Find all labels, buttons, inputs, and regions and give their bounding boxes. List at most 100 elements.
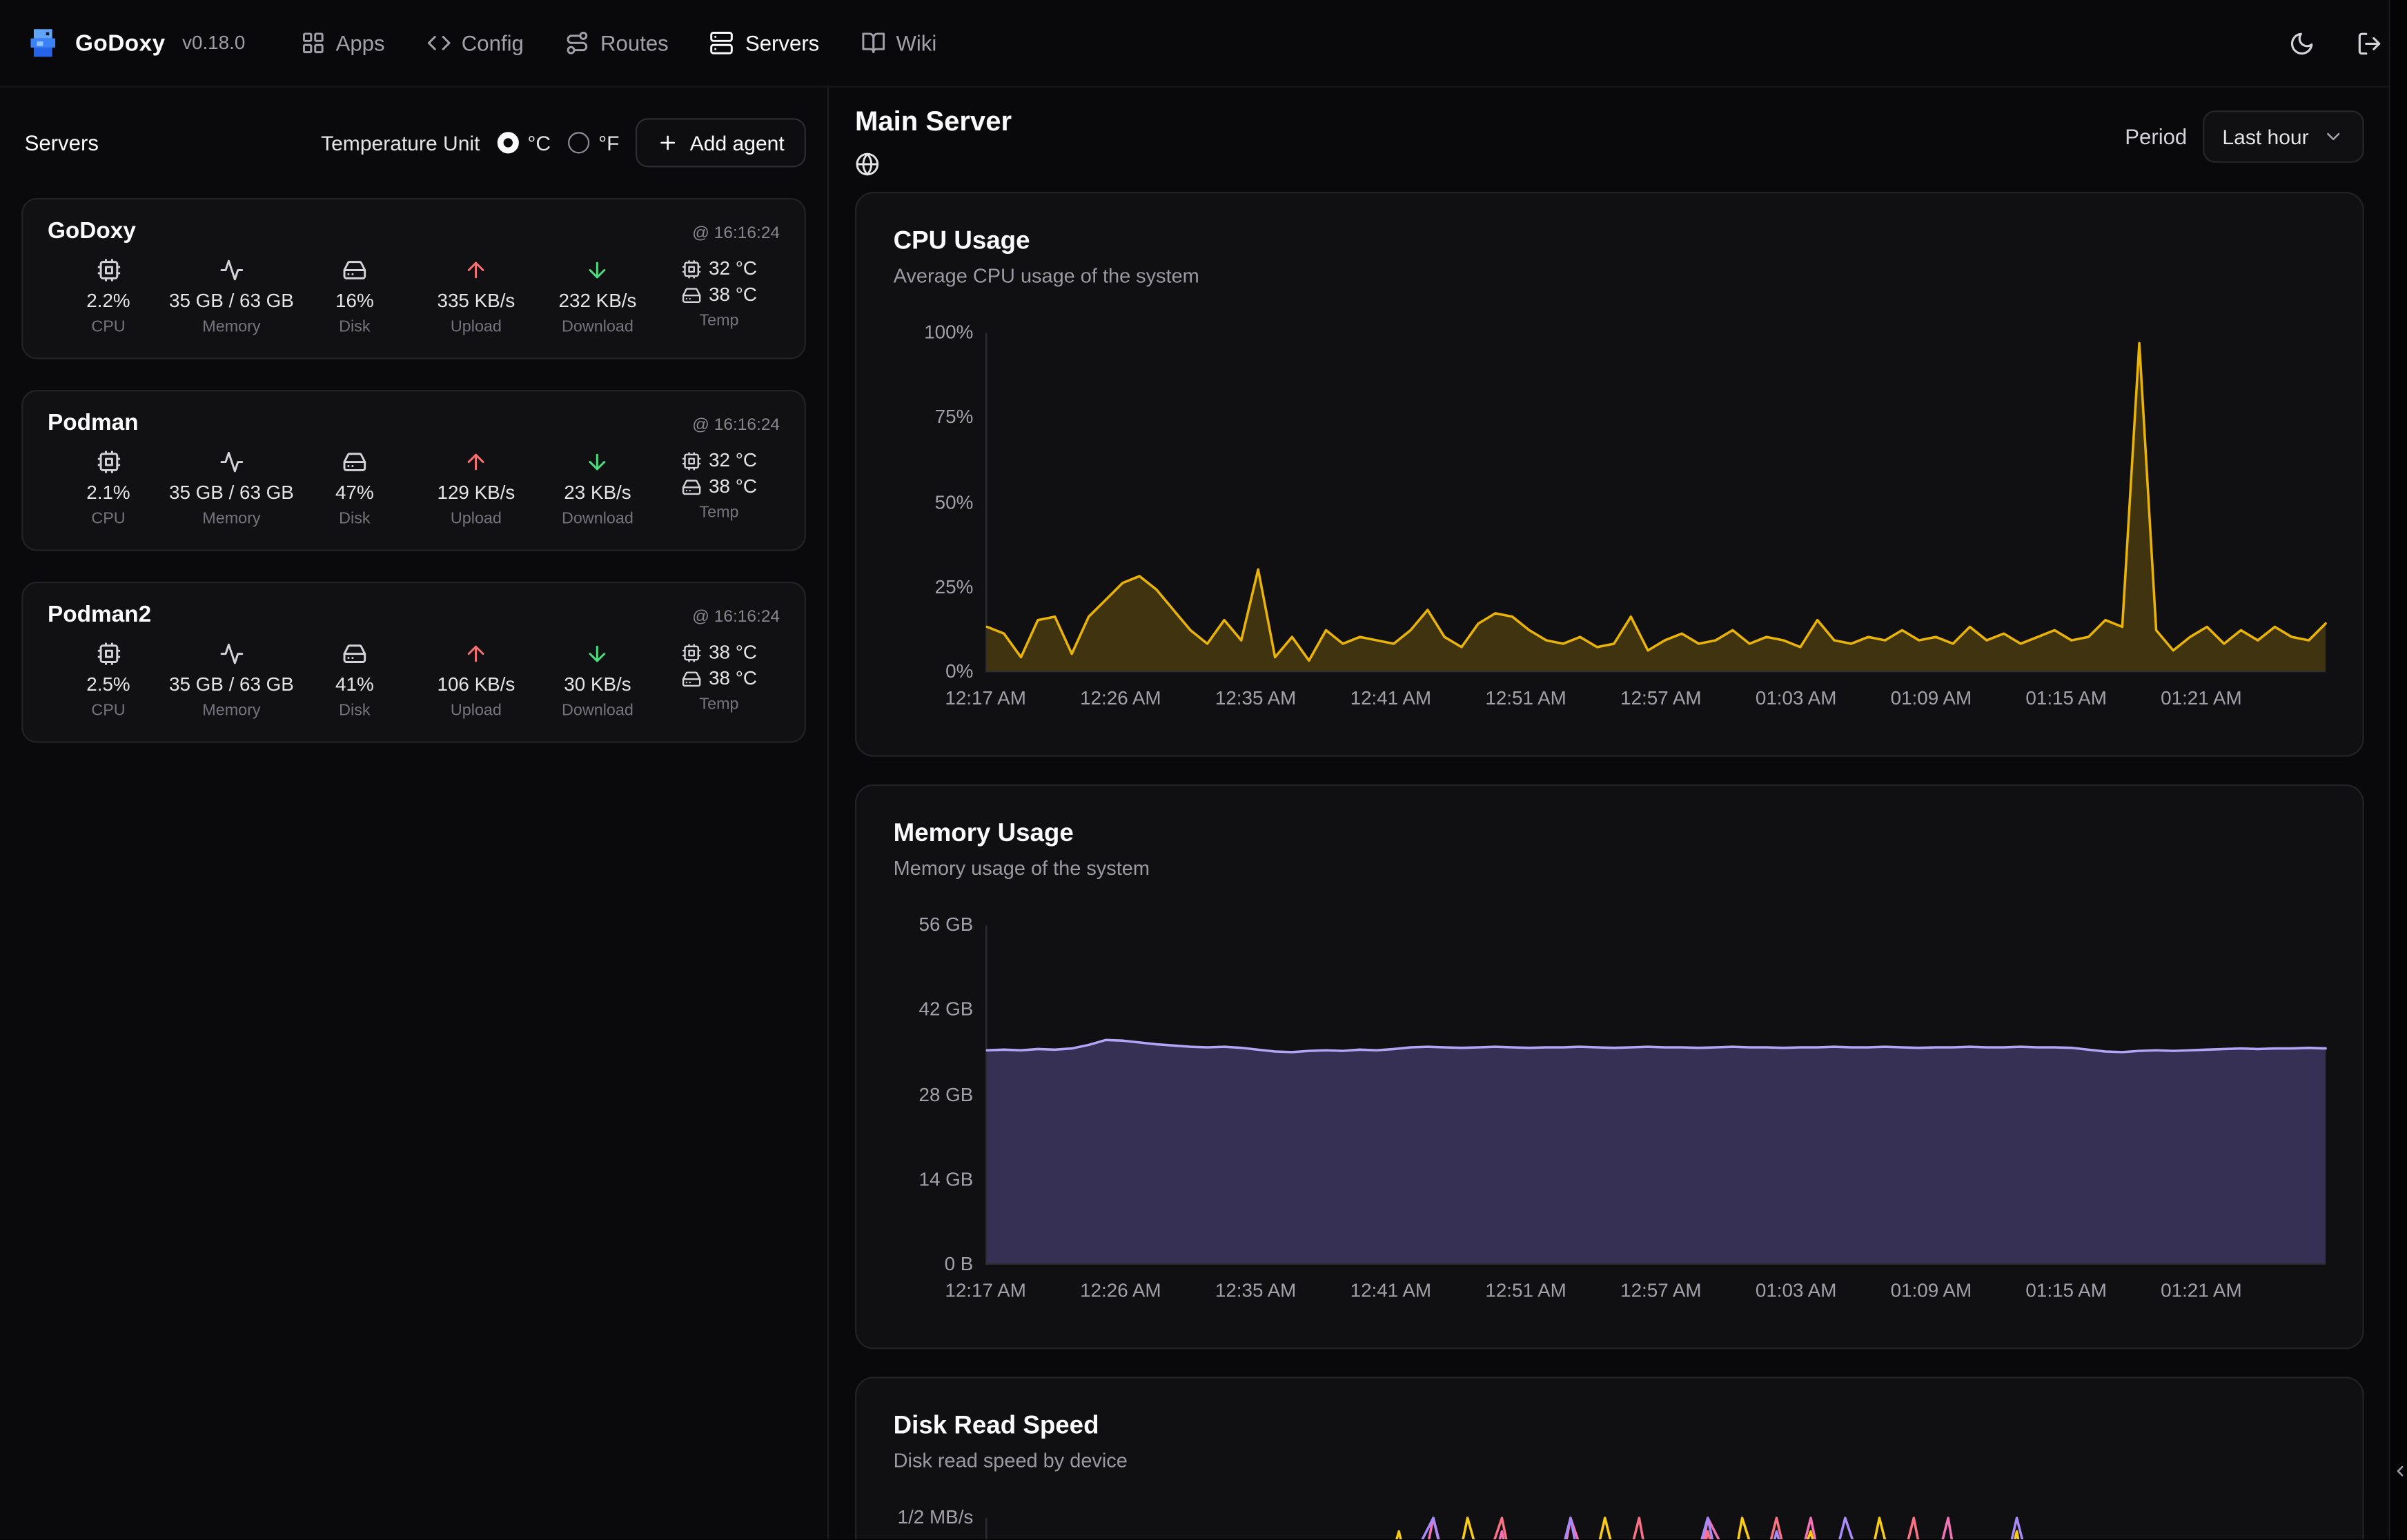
disk-value: 16% xyxy=(335,290,374,311)
x-tick-label: 12:41 AM xyxy=(1350,1280,1432,1301)
memory-usage-card: Memory Usage Memory usage of the system … xyxy=(855,784,2364,1350)
stat-cpu: 2.2% CPU xyxy=(48,258,169,336)
y-tick-label: 56 GB xyxy=(894,914,974,937)
period-select[interactable]: Last hour xyxy=(2202,110,2364,163)
temp-unit-fahrenheit-option[interactable]: °F xyxy=(568,131,620,154)
upload-value: 335 KB/s xyxy=(437,290,515,311)
chevron-down-icon xyxy=(2323,126,2344,147)
server-card-podman[interactable]: Podman @ 16:16:24 2.1% CPU 35 GB / 63 GB xyxy=(21,390,806,551)
y-tick-label: 25% xyxy=(894,576,974,599)
chart-title: Memory Usage xyxy=(894,820,2326,849)
stat-upload: 106 KB/s Upload xyxy=(415,642,537,720)
cpu-label: CPU xyxy=(91,510,125,529)
download-arrow-icon xyxy=(585,642,610,667)
temp-unit-celsius-option[interactable]: °C xyxy=(497,131,551,154)
x-tick-label: 12:51 AM xyxy=(1485,1280,1566,1301)
cpu-x-axis: 12:17 AM12:26 AM12:35 AM12:41 AM12:51 AM… xyxy=(985,672,2326,718)
x-tick-label: 12:51 AM xyxy=(1485,688,1566,709)
x-tick-label: 01:15 AM xyxy=(2025,688,2107,709)
chart-title: CPU Usage xyxy=(894,227,2326,256)
brand: GoDoxy v0.18.0 xyxy=(25,25,246,61)
memory-value: 35 GB / 63 GB xyxy=(169,290,294,311)
cpu-temp-icon xyxy=(681,451,701,471)
nav-wiki[interactable]: Wiki xyxy=(861,30,936,55)
download-label: Download xyxy=(562,702,633,720)
nav-label: Config xyxy=(462,30,524,55)
memory-label: Memory xyxy=(202,510,260,529)
disk-label: Disk xyxy=(339,317,370,336)
download-value: 232 KB/s xyxy=(559,290,637,311)
memory-label: Memory xyxy=(202,702,260,720)
stat-disk: 47% Disk xyxy=(294,450,415,528)
collapse-panel-tab[interactable] xyxy=(2390,1434,2407,1508)
upload-arrow-icon xyxy=(464,258,489,283)
nav-label: Servers xyxy=(745,30,819,55)
disk-read-speed-card: Disk Read Speed Disk read speed by devic… xyxy=(855,1376,2364,1539)
nav-label: Apps xyxy=(336,30,385,55)
download-label: Download xyxy=(562,510,633,529)
cpu-label: CPU xyxy=(91,702,125,720)
download-arrow-icon xyxy=(585,450,610,475)
stat-cpu: 2.1% CPU xyxy=(48,450,169,528)
disk-y-axis: 1/2 MB/s xyxy=(894,1518,974,1539)
stat-temp: 38 °C 38 °C Temp xyxy=(658,642,780,720)
server-card-godoxy[interactable]: GoDoxy @ 16:16:24 2.2% CPU 35 GB / 63 GB xyxy=(21,198,806,359)
download-arrow-icon xyxy=(585,258,610,283)
fahrenheit-radio[interactable] xyxy=(568,132,589,153)
download-value: 23 KB/s xyxy=(564,482,631,503)
x-tick-label: 01:21 AM xyxy=(2161,688,2242,709)
logout-icon[interactable] xyxy=(2357,30,2383,56)
x-tick-label: 01:15 AM xyxy=(2025,1280,2107,1301)
y-tick-label: 1/2 MB/s xyxy=(894,1506,974,1529)
chart-subtitle: Disk read speed by device xyxy=(894,1449,2326,1472)
temp-label: Temp xyxy=(699,695,738,714)
cpu-usage-card: CPU Usage Average CPU usage of the syste… xyxy=(855,192,2364,757)
x-tick-label: 12:41 AM xyxy=(1350,688,1432,709)
x-tick-label: 12:57 AM xyxy=(1620,688,1702,709)
sidebar-controls: Temperature Unit °C °F Add agent xyxy=(321,118,806,167)
stat-memory: 35 GB / 63 GB Memory xyxy=(169,450,294,528)
theme-toggle-moon-icon[interactable] xyxy=(2289,30,2315,56)
disk-chart-plot xyxy=(985,1518,2326,1539)
godoxy-logo-icon xyxy=(25,25,61,61)
nav-config[interactable]: Config xyxy=(426,30,524,55)
nav-label: Wiki xyxy=(896,30,936,55)
stat-upload: 129 KB/s Upload xyxy=(415,450,537,528)
server-card-podman2[interactable]: Podman2 @ 16:16:24 2.5% CPU 35 GB / 63 G… xyxy=(21,582,806,743)
stat-upload: 335 KB/s Upload xyxy=(415,258,537,336)
chevron-left-icon xyxy=(2391,1462,2407,1479)
download-label: Download xyxy=(562,317,633,336)
stat-memory: 35 GB / 63 GB Memory xyxy=(169,642,294,720)
cpu-icon xyxy=(96,258,121,283)
x-tick-label: 01:03 AM xyxy=(1756,688,1837,709)
server-timestamp: @ 16:16:24 xyxy=(692,416,780,435)
hard-drive-icon xyxy=(342,258,367,283)
cpu-icon xyxy=(96,450,121,475)
period-value: Last hour xyxy=(2222,125,2308,148)
hard-drive-icon xyxy=(342,450,367,475)
cpu-temp-value: 32 °C xyxy=(709,450,757,471)
nav-apps[interactable]: Apps xyxy=(300,30,384,55)
chart-subtitle: Average CPU usage of the system xyxy=(894,264,2326,287)
upload-arrow-icon xyxy=(464,642,489,667)
y-tick-label: 28 GB xyxy=(894,1083,974,1106)
x-tick-label: 12:35 AM xyxy=(1215,688,1297,709)
cpu-y-axis: 100%75%50%25%0% xyxy=(894,333,974,673)
y-tick-label: 50% xyxy=(894,491,974,514)
add-agent-button[interactable]: Add agent xyxy=(636,118,806,167)
sidebar-header: Servers Temperature Unit °C °F Add agent xyxy=(0,88,827,186)
celsius-radio[interactable] xyxy=(497,132,518,153)
cpu-temp-value: 38 °C xyxy=(709,642,757,663)
right-rail xyxy=(2388,0,2407,1539)
sidebar-title: Servers xyxy=(25,130,99,155)
topbar: GoDoxy v0.18.0 Apps Config Routes Server… xyxy=(0,0,2407,88)
nav-servers[interactable]: Servers xyxy=(710,30,819,55)
stat-temp: 32 °C 38 °C Temp xyxy=(658,258,780,336)
nav-routes[interactable]: Routes xyxy=(565,30,669,55)
disk-label: Disk xyxy=(339,702,370,720)
x-tick-label: 12:35 AM xyxy=(1215,1280,1297,1301)
brand-version: v0.18.0 xyxy=(182,32,245,54)
nav-label: Routes xyxy=(600,30,669,55)
stat-memory: 35 GB / 63 GB Memory xyxy=(169,258,294,336)
activity-icon xyxy=(219,258,244,283)
